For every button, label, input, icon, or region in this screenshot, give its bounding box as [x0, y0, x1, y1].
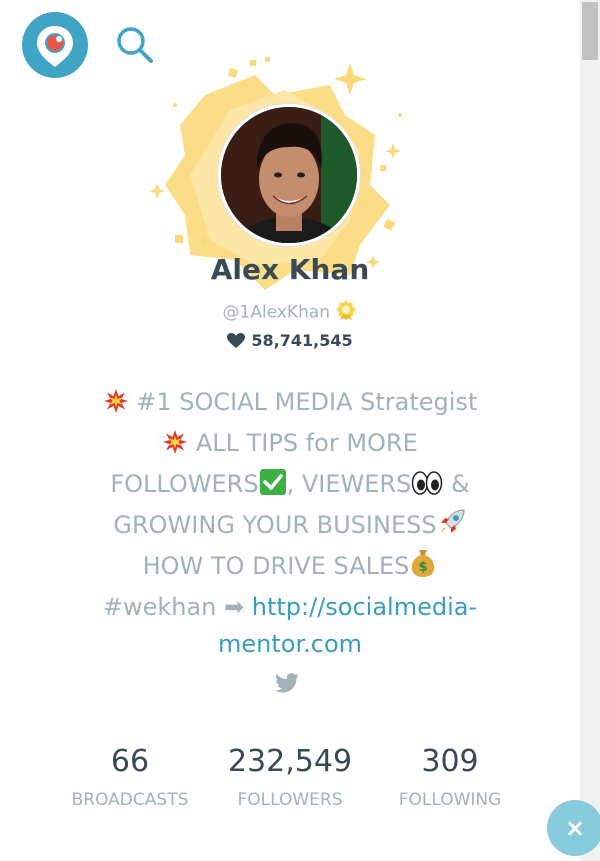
bio-line-3b: , VIEWERS — [286, 470, 412, 498]
profile-handle-row: @1AlexKhan — [0, 299, 580, 326]
stat-label: FOLLOWING — [398, 790, 502, 810]
scrollbar[interactable] — [580, 0, 600, 861]
stat-value: 232,549 — [227, 744, 353, 779]
rocket-emoji-icon — [437, 507, 467, 548]
collision-emoji-icon — [162, 429, 188, 466]
hearts-count-row: 58,741,545 — [0, 331, 580, 350]
check-mark-emoji-icon — [259, 468, 287, 507]
bio-line-2: ALL TIPS for MORE — [195, 429, 418, 457]
stat-value: 66 — [110, 744, 150, 779]
eyes-emoji-icon — [411, 470, 443, 507]
profile-name: Alex Khan — [210, 253, 370, 286]
close-button[interactable]: × — [547, 800, 600, 856]
close-icon: × — [564, 814, 586, 842]
stat-following[interactable]: 309 FOLLOWING — [370, 742, 530, 810]
stat-broadcasts[interactable]: 66 BROADCASTS — [50, 742, 210, 810]
bio-line-5: HOW TO DRIVE SALES — [142, 552, 410, 580]
periscope-logo-icon[interactable] — [22, 12, 88, 78]
bio-line-3c: & — [443, 470, 470, 498]
hearts-count: 58,741,545 — [251, 331, 353, 350]
heart-icon — [227, 333, 246, 348]
stat-label: FOLLOWERS — [237, 790, 343, 810]
stat-value: 309 — [421, 744, 479, 779]
svg-text:$: $ — [419, 560, 428, 575]
bio-link[interactable]: http://socialmedia- — [252, 593, 477, 621]
profile-handle: @1AlexKhan — [222, 302, 331, 323]
twitter-icon[interactable] — [275, 672, 299, 694]
profile-stats: 66 BROADCASTS 232,549 FOLLOWERS 309 FOLL… — [0, 742, 580, 810]
avatar — [218, 104, 360, 246]
stat-label: BROADCASTS — [71, 790, 189, 810]
superfan-badge-icon — [335, 300, 357, 326]
bio-line-3a: FOLLOWERS — [110, 470, 259, 498]
profile-bio: #1 SOCIAL MEDIA Strategist ALL TIPS for … — [60, 384, 520, 663]
money-bag-emoji-icon: $ — [409, 548, 437, 589]
scrollbar-thumb[interactable] — [582, 2, 598, 60]
bio-link-continued[interactable]: mentor.com — [218, 630, 362, 658]
collision-emoji-icon — [103, 388, 129, 425]
stat-followers[interactable]: 232,549 FOLLOWERS — [210, 742, 370, 810]
bio-line-4: GROWING YOUR BUSINESS — [113, 511, 437, 539]
bio-line-1: #1 SOCIAL MEDIA Strategist — [136, 388, 478, 416]
bio-hashtag: #wekhan ➡ — [102, 593, 252, 621]
